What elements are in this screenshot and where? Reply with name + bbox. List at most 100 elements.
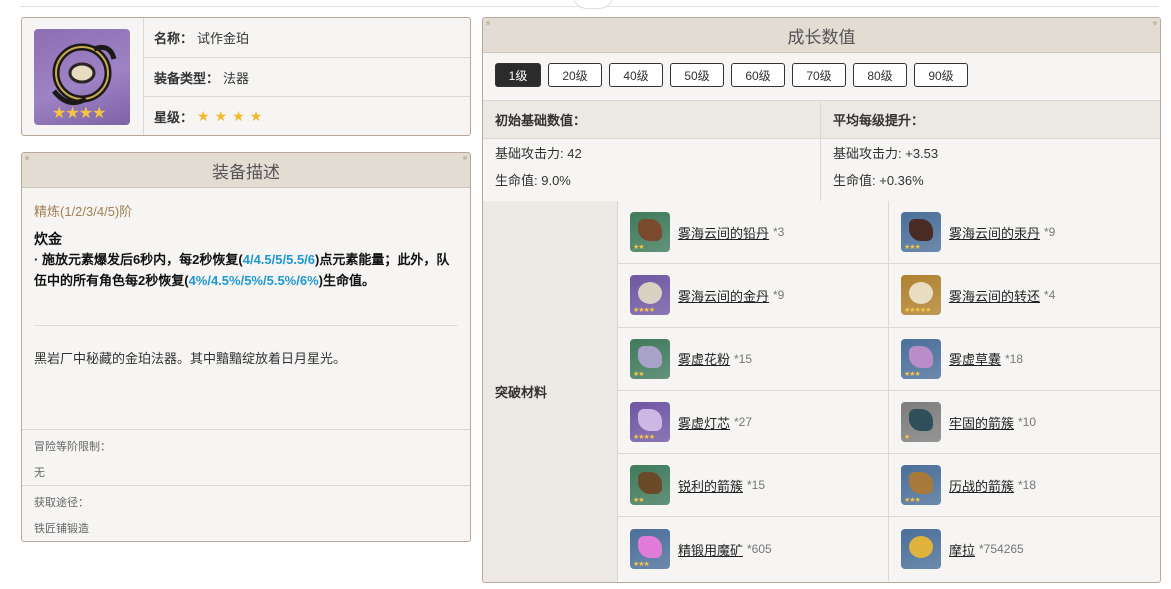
material-icon[interactable]: ★★★ [901, 465, 941, 506]
type-row: 装备类型： 法器 [144, 57, 470, 97]
material-rarity-stars: ★★ [633, 370, 645, 378]
type-value: 法器 [223, 71, 250, 86]
material-count: *27 [734, 415, 753, 430]
material-icon[interactable] [901, 529, 941, 570]
material-name-link[interactable]: 牢固的箭簇 [949, 413, 1014, 432]
material-glyph-icon [909, 282, 933, 305]
energy-values: 4/4.5/5/5.5/6 [242, 252, 316, 267]
material-name-link[interactable]: 雾虚灯芯 [678, 413, 730, 432]
material-icon[interactable]: ★★★★ [630, 275, 670, 316]
material-name-link[interactable]: 雾虚草囊 [949, 349, 1001, 368]
material-rarity-stars: ★★★★ [633, 434, 655, 442]
material-name-link[interactable]: 雾海云间的金丹 [678, 286, 769, 305]
material-count: *9 [773, 288, 785, 303]
level-tab-20[interactable]: 20级 [548, 63, 602, 87]
material-glyph-icon [909, 409, 933, 432]
material-count: *4 [1044, 288, 1056, 303]
materials-grid: ★★ 雾海云间的铅丹 *3 ★★★ 雾海云间的汞丹 *9 ★★★★ 雾海云间的金丹 *9 ★★★★… [618, 201, 1160, 582]
materials-section: 突破材料 ★★ 雾海云间的铅丹 *3 ★★★ 雾海云间的汞丹 *9 ★★★★ 雾海云间的金丹 *… [483, 201, 1160, 582]
material-glyph-icon [638, 409, 662, 432]
material-glyph-icon [638, 219, 662, 242]
material-icon[interactable]: ★★ [630, 338, 670, 379]
star-icon: ★ [197, 108, 210, 124]
material-count: *18 [1018, 478, 1037, 493]
material-name-link[interactable]: 雾虚花粉 [678, 349, 730, 368]
level-tab-40[interactable]: 40级 [609, 63, 663, 87]
material-item: ★★★★ 雾海云间的金丹 *9 [618, 264, 889, 328]
material-count: *18 [1005, 351, 1024, 366]
material-icon[interactable]: ★★★★ [630, 402, 670, 443]
base-stats-header: 初始基础数值： [483, 101, 820, 139]
material-item: ★★★ 雾海云间的汞丹 *9 [889, 201, 1160, 265]
material-icon[interactable]: ★★★ [630, 529, 670, 570]
material-icon[interactable]: ★★ [630, 212, 670, 253]
material-rarity-stars: ★ [904, 434, 910, 442]
material-count: *15 [734, 351, 753, 366]
material-rarity-stars: ★★ [633, 497, 645, 505]
weapon-info-panel: ★★★★ 名称： 试作金珀 装备类型： 法器 星级： ★ ★ ★ ★ [21, 17, 471, 136]
type-label: 装备类型： [154, 71, 220, 86]
material-name-link[interactable]: 摩拉 [949, 540, 975, 559]
material-name-link[interactable]: 锐利的箭簇 [678, 476, 743, 495]
material-glyph-icon [909, 345, 933, 368]
material-icon[interactable]: ★★★★★ [901, 275, 941, 316]
star-icon: ★ [214, 108, 228, 124]
material-icon[interactable]: ★ [901, 402, 941, 443]
material-item: ★★★★★ 雾海云间的转还 *4 [889, 264, 1160, 328]
material-glyph-icon [638, 345, 662, 368]
material-count: *605 [747, 542, 772, 557]
growth-panel: 成长数值 1级 20级 40级 50级 60级 70级 80级 90级 初始基础… [482, 17, 1161, 583]
material-glyph-icon [638, 472, 662, 495]
level-tab-70[interactable]: 70级 [792, 63, 846, 87]
base-stats-column: 初始基础数值： 基础攻击力: 42 生命值: 9.0% [483, 101, 821, 202]
source-value: 铁匠铺锻造 [34, 523, 89, 535]
material-item: ★★★ 雾虚草囊 *18 [889, 327, 1160, 391]
top-ornament [572, 0, 614, 9]
ascension-limit-section: 冒险等阶限制： 无 [22, 429, 470, 486]
material-name-link[interactable]: 雾海云间的铅丹 [678, 223, 769, 242]
materials-label: 突破材料 [483, 201, 618, 582]
lore-text: 黑岩厂中秘藏的金珀法器。其中黯黯绽放着日月星光。 [34, 351, 347, 366]
material-icon[interactable]: ★★★ [901, 212, 941, 253]
material-glyph-icon [909, 472, 933, 495]
level-tab-50[interactable]: 50级 [670, 63, 724, 87]
material-item: ★★★ 精锻用魔矿 *605 [618, 517, 889, 581]
material-glyph-icon [638, 536, 662, 559]
level-tabs: 1级 20级 40级 50级 60级 70级 80级 90级 [495, 63, 975, 87]
material-rarity-stars: ★★★ [904, 497, 921, 505]
name-value: 试作金珀 [197, 31, 250, 46]
ar-value: 无 [34, 467, 45, 479]
material-icon[interactable]: ★★ [630, 465, 670, 506]
level-tab-60[interactable]: 60级 [731, 63, 785, 87]
base-hp: 生命值: 9.0% [495, 173, 571, 188]
material-name-link[interactable]: 精锻用魔矿 [678, 540, 743, 559]
ar-label: 冒险等阶限制： [34, 441, 111, 453]
material-glyph-icon [909, 219, 933, 242]
material-count: *754265 [979, 542, 1024, 557]
rarity-label: 星级： [154, 110, 194, 125]
material-item: ★★ 锐利的箭簇 *15 [618, 454, 889, 518]
avg-hp: 生命值: +0.36% [833, 173, 924, 188]
star-icon: ★ [249, 108, 263, 124]
material-item: ★★★ 历战的箭簇 *18 [889, 454, 1160, 518]
level-tab-90[interactable]: 90级 [914, 63, 968, 87]
material-item: ★★ 雾虚花粉 *15 [618, 327, 889, 391]
material-item: 摩拉 *754265 [889, 517, 1160, 581]
material-count: *10 [1018, 415, 1037, 430]
level-tab-1[interactable]: 1级 [495, 63, 541, 87]
stats-table: 初始基础数值： 基础攻击力: 42 生命值: 9.0% 平均每级提升： 基础攻击… [483, 100, 1160, 203]
material-item: ★★★★ 雾虚灯芯 *27 [618, 390, 889, 455]
material-count: *9 [1044, 225, 1056, 240]
level-tab-80[interactable]: 80级 [853, 63, 907, 87]
description-title: 装备描述 [22, 153, 470, 188]
material-glyph-icon [909, 536, 933, 559]
material-icon[interactable]: ★★★ [901, 338, 941, 379]
refinement-label: 精炼(1/2/3/4/5)阶 [34, 204, 133, 219]
passive-name: 炊金 [34, 231, 62, 247]
material-rarity-stars: ★★ [633, 244, 645, 252]
material-glyph-icon [638, 282, 662, 305]
material-name-link[interactable]: 历战的箭簇 [949, 476, 1014, 495]
material-name-link[interactable]: 雾海云间的转还 [949, 286, 1040, 305]
material-name-link[interactable]: 雾海云间的汞丹 [949, 223, 1040, 242]
material-item: ★ 牢固的箭簇 *10 [889, 390, 1160, 455]
